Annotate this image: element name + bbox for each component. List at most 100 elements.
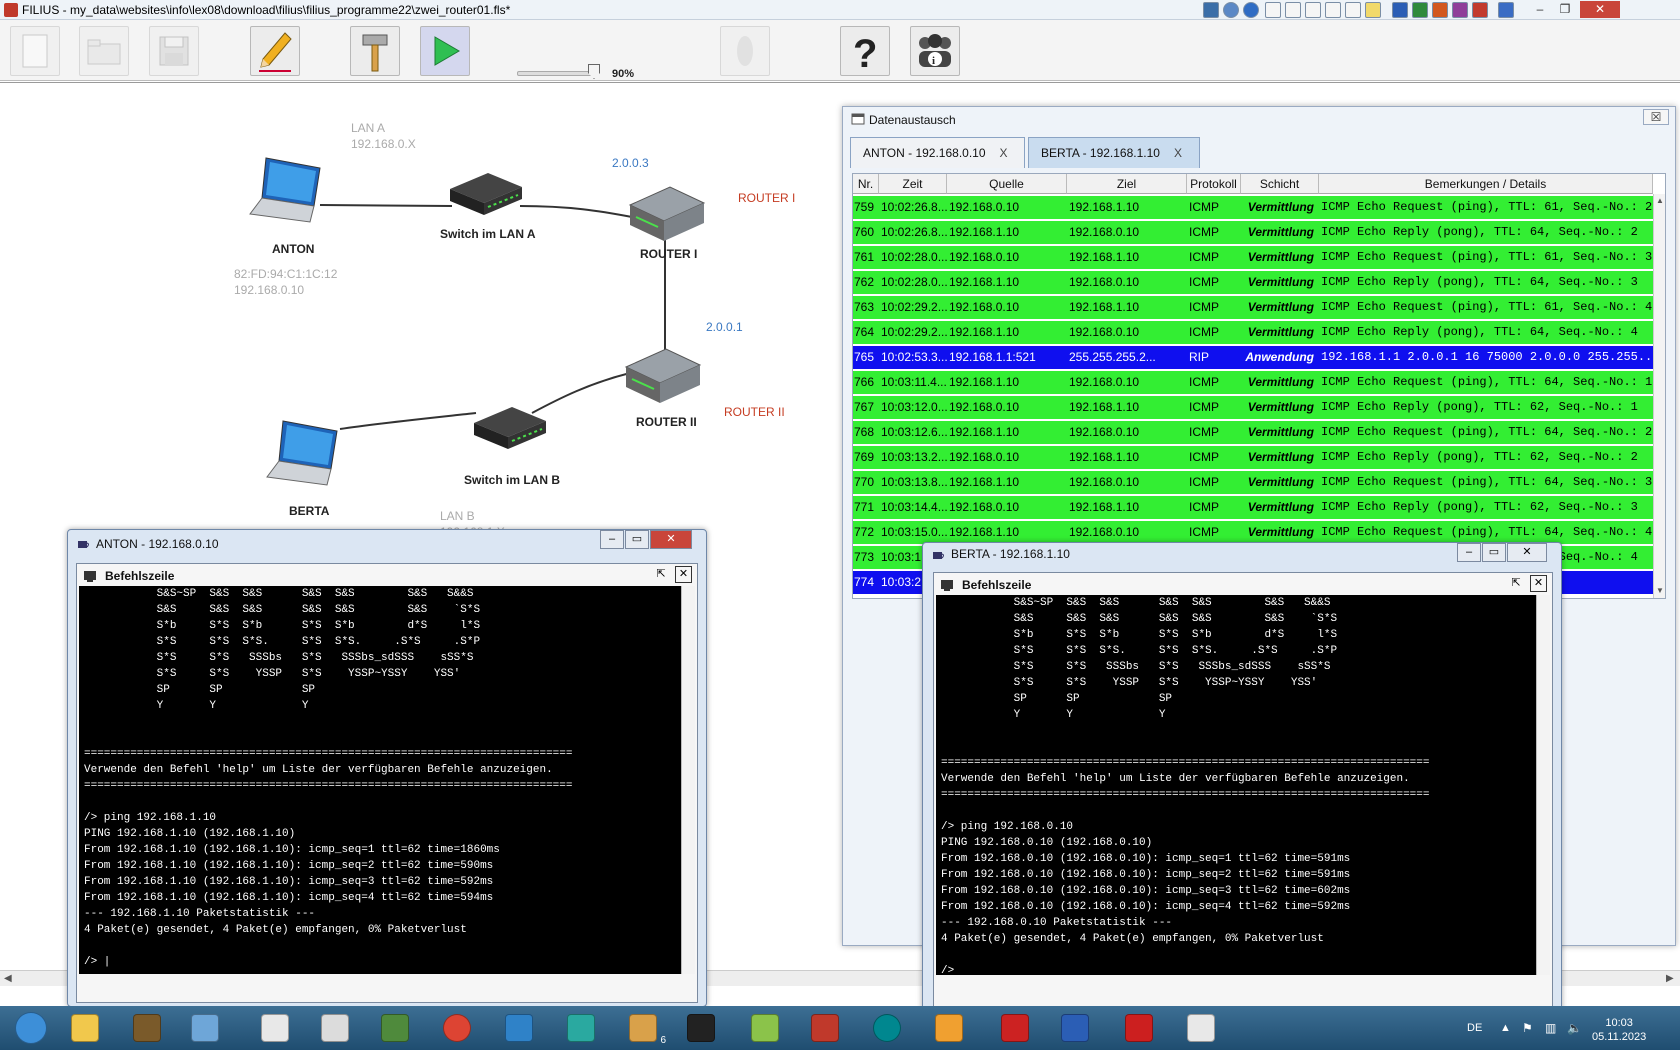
help-button[interactable]: ? — [840, 26, 890, 76]
table-row[interactable]: 769 10:03:13.2... 192.168.0.10 192.168.1.10… — [853, 444, 1653, 469]
datenaustausch-close-icon[interactable]: ☒ — [1643, 109, 1669, 125]
table-row[interactable]: 765 10:02:53.3... 192.168.1.1:521 255.255.2… — [853, 344, 1653, 369]
paint-icon[interactable]: 6 — [614, 1008, 672, 1048]
note-tray-icon[interactable] — [1365, 2, 1381, 18]
tools-button[interactable] — [350, 26, 400, 76]
speed-slider[interactable] — [517, 71, 597, 76]
checklist-tray-icon[interactable] — [1305, 2, 1321, 18]
scroll-up-icon[interactable]: ▲ — [1656, 196, 1664, 205]
berta-undock-icon[interactable]: ⇱ — [1508, 576, 1524, 592]
edit-tray-icon[interactable] — [1345, 2, 1361, 18]
star-app-icon[interactable] — [552, 1008, 610, 1048]
heart-app-icon[interactable] — [986, 1008, 1044, 1048]
scroll-down-icon[interactable]: ▼ — [1656, 586, 1664, 595]
design-mode-button[interactable] — [250, 26, 300, 76]
windows-start-icon[interactable] — [2, 1008, 60, 1048]
table-row[interactable]: 766 10:03:11.4... 192.168.1.10 192.168.0.10… — [853, 369, 1653, 394]
word-tray-icon[interactable] — [1392, 2, 1408, 18]
tab-anton[interactable]: ANTON - 192.168.0.10 X — [850, 137, 1025, 168]
mail-tray-icon[interactable] — [1265, 2, 1281, 18]
anton-minimize-icon[interactable]: – — [600, 530, 624, 549]
pl-app-icon[interactable] — [672, 1008, 730, 1048]
word-icon[interactable] — [1046, 1008, 1104, 1048]
powerpoint-tray-icon[interactable] — [1432, 2, 1448, 18]
document-tray-icon[interactable] — [1325, 2, 1341, 18]
table-row[interactable]: 764 10:02:29.2... 192.168.1.10 192.168.0.10… — [853, 319, 1653, 344]
table-row[interactable]: 768 10:03:12.6... 192.168.1.10 192.168.0.10… — [853, 419, 1653, 444]
flag-icon[interactable]: ⚑ — [1522, 1021, 1533, 1035]
anton-close-icon[interactable]: ✕ — [650, 530, 692, 549]
clipboard-tray-icon[interactable] — [1285, 2, 1301, 18]
col-schicht[interactable]: Schicht — [1241, 174, 1319, 194]
anton-maximize-icon[interactable]: ▭ — [625, 530, 649, 549]
switch-b-icon[interactable] — [472, 405, 548, 451]
table-row[interactable]: 772 10:03:15.0... 192.168.1.10 192.168.0.10… — [853, 519, 1653, 544]
tab-berta[interactable]: BERTA - 192.168.1.10 X — [1028, 137, 1200, 168]
help-tray-icon[interactable] — [1223, 2, 1239, 18]
filius-icon[interactable] — [1172, 1008, 1230, 1048]
table-row[interactable]: 763 10:02:29.2... 192.168.0.10 192.168.1.10… — [853, 294, 1653, 319]
scroll-right-icon[interactable]: ▶ — [1666, 973, 1674, 984]
simulation-mode-button[interactable] — [420, 26, 470, 76]
table-row[interactable]: 760 10:02:26.8... 192.168.1.10 192.168.0.10… — [853, 219, 1653, 244]
speed-slider-knob[interactable] — [588, 64, 600, 79]
volume-icon[interactable]: 🔈 — [1567, 1021, 1582, 1035]
berta-close-icon[interactable]: ✕ — [1507, 543, 1547, 562]
arduino-icon[interactable] — [858, 1008, 916, 1048]
chart-app-icon[interactable] — [736, 1008, 794, 1048]
notebook-icon[interactable] — [176, 1008, 234, 1048]
step-button[interactable] — [720, 26, 770, 76]
note-app-icon[interactable] — [920, 1008, 978, 1048]
col-protokoll[interactable]: Protokoll — [1187, 174, 1241, 194]
file-explorer-icon[interactable] — [56, 1008, 114, 1048]
tray-chevron-icon[interactable]: ▲ — [1500, 1022, 1511, 1034]
language-indicator[interactable]: DE — [1467, 1022, 1482, 1034]
anton-terminal-output[interactable]: S&S~SP S&S S&S S&S S&S S&S S&&S S&S S&S … — [79, 586, 681, 974]
col-ziel[interactable]: Ziel — [1067, 174, 1187, 194]
calc-icon[interactable] — [306, 1008, 364, 1048]
berta-inner-close-icon[interactable]: ✕ — [1530, 575, 1547, 592]
packet-table[interactable]: Nr. Zeit Quelle Ziel Protokoll Schicht B… — [852, 173, 1666, 599]
maximize-icon[interactable]: ❐ — [1553, 1, 1577, 18]
onenote-tray-icon[interactable] — [1452, 2, 1468, 18]
table-row[interactable]: 759 10:02:26.8... 192.168.0.10 192.168.1.10… — [853, 194, 1653, 219]
excel-tray-icon[interactable] — [1412, 2, 1428, 18]
router1-icon[interactable] — [628, 183, 708, 245]
col-nr[interactable]: Nr. — [853, 174, 879, 194]
table-row[interactable]: 771 10:03:14.4... 192.168.0.10 192.168.1.10… — [853, 494, 1653, 519]
tray-app-icon[interactable] — [1203, 2, 1219, 18]
info-button[interactable]: i — [910, 26, 960, 76]
laptop-berta-icon[interactable] — [265, 419, 345, 489]
col-zeit[interactable]: Zeit — [879, 174, 947, 194]
laptop-anton-icon[interactable] — [248, 156, 328, 226]
access-tray-icon[interactable] — [1472, 2, 1488, 18]
close-icon[interactable]: ✕ — [1580, 1, 1620, 18]
media-player-icon[interactable] — [490, 1008, 548, 1048]
person-app-icon[interactable] — [796, 1008, 854, 1048]
pdf-icon[interactable] — [1110, 1008, 1168, 1048]
berta-terminal-output[interactable]: S&S~SP S&S S&S S&S S&S S&S S&&S S&S S&S … — [936, 595, 1536, 975]
taskbar-clock[interactable]: 10:03 05.11.2023 — [1592, 1016, 1646, 1044]
table-row[interactable]: 761 10:02:28.0... 192.168.0.10 192.168.1.10… — [853, 244, 1653, 269]
globe-icon[interactable] — [366, 1008, 424, 1048]
save-button[interactable] — [149, 26, 199, 76]
router2-icon[interactable] — [624, 345, 704, 407]
table-vertical-scrollbar[interactable]: ▲ ▼ — [1653, 194, 1665, 598]
berta-maximize-icon[interactable]: ▭ — [1482, 543, 1506, 562]
new-file-button[interactable] — [10, 26, 60, 76]
col-quelle[interactable]: Quelle — [947, 174, 1067, 194]
col-details[interactable]: Bemerkungen / Details — [1319, 174, 1653, 194]
switch-a-icon[interactable] — [448, 171, 524, 217]
tab-berta-close-icon[interactable]: X — [1174, 146, 1182, 160]
table-row[interactable]: 770 10:03:13.8... 192.168.1.10 192.168.0.10… — [853, 469, 1653, 494]
calculator-icon[interactable] — [246, 1008, 304, 1048]
table-row[interactable]: 762 10:02:28.0... 192.168.1.10 192.168.0.10… — [853, 269, 1653, 294]
open-folder-button[interactable] — [79, 26, 129, 76]
table-row[interactable]: 767 10:03:12.0... 192.168.0.10 192.168.1.10… — [853, 394, 1653, 419]
chrome-icon[interactable] — [428, 1008, 486, 1048]
anton-inner-close-icon[interactable]: ✕ — [675, 566, 692, 583]
tab-anton-close-icon[interactable]: X — [1000, 146, 1008, 160]
anton-terminal-scrollbar[interactable] — [681, 586, 695, 974]
berta-minimize-icon[interactable]: – — [1457, 543, 1481, 562]
minimize-icon[interactable]: – — [1528, 1, 1552, 18]
